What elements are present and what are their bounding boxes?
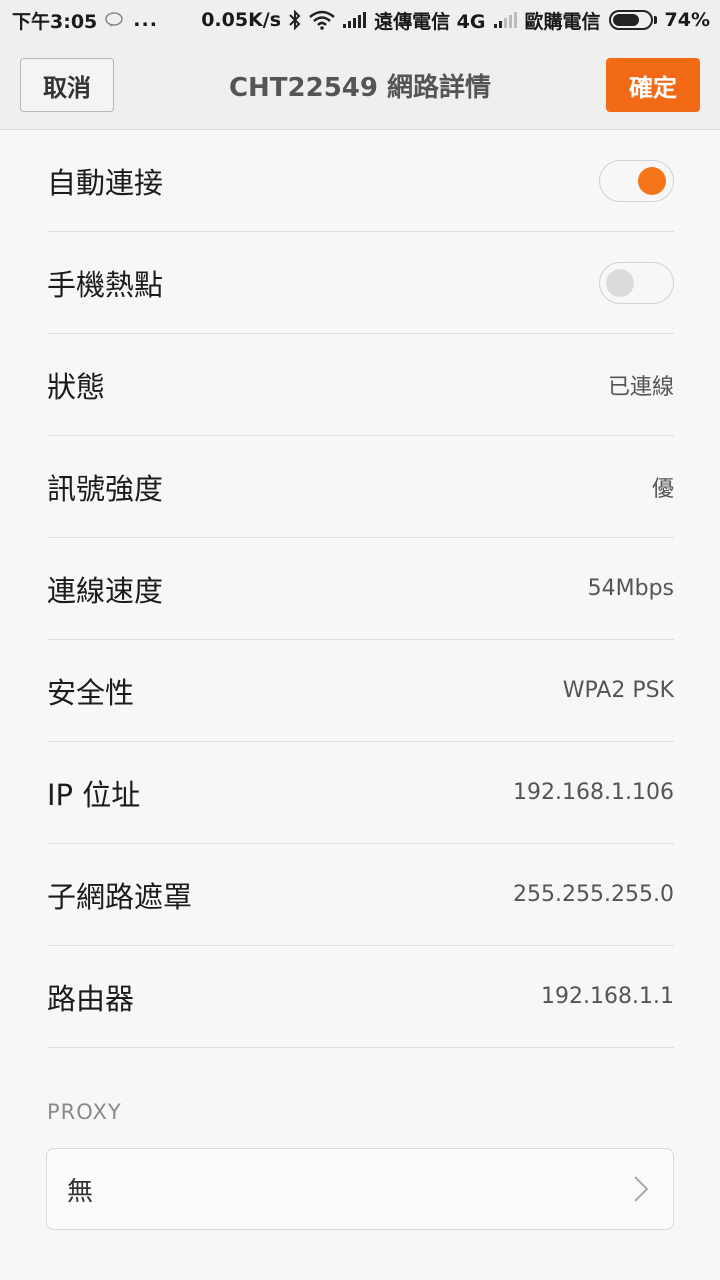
hotspot-toggle[interactable] (599, 261, 674, 304)
toggle-knob (638, 166, 666, 195)
screen: 下午3:05 ... 0.05K/s 遠傳電信 4G 歐購電信 74% 取消 C… (0, 0, 720, 1280)
cancel-button[interactable]: 取消 (20, 58, 114, 112)
settings-list: 自動連接 手機熱點 狀態 已連線 訊號強度 優 連線速度 54Mbps 安全性 … (47, 130, 674, 1048)
ip-address-value: 192.168.1.106 (513, 780, 674, 805)
router-value: 192.168.1.1 (541, 984, 674, 1009)
auto-connect-toggle[interactable] (599, 159, 674, 202)
auto-connect-row[interactable]: 自動連接 (47, 130, 674, 232)
subnet-mask-label: 子網路遮罩 (47, 879, 193, 914)
status-bar: 下午3:05 ... 0.05K/s 遠傳電信 4G 歐購電信 74% (0, 0, 720, 40)
proxy-value: 無 (67, 1176, 94, 1207)
status-bar-left: 下午3:05 ... (12, 7, 158, 34)
subnet-mask-value: 255.255.255.0 (513, 882, 674, 907)
ip-address-label: IP 位址 (47, 777, 141, 812)
page-title: CHT22549 網路詳情 (228, 72, 492, 103)
status-label: 狀態 (47, 369, 106, 404)
toggle-knob (606, 268, 634, 297)
subnet-mask-row: 子網路遮罩 255.255.255.0 (47, 844, 674, 946)
link-speed-label: 連線速度 (47, 573, 164, 608)
battery-icon (608, 10, 657, 30)
proxy-selector[interactable]: 無 (46, 1148, 674, 1230)
signal-icon (343, 12, 367, 28)
carrier-2: 歐購電信 (524, 10, 601, 33)
title-bar: 取消 CHT22549 網路詳情 確定 (0, 40, 720, 130)
status-row: 狀態 已連線 (47, 334, 674, 436)
clock: 下午3:05 (12, 10, 98, 33)
wifi-icon (309, 10, 335, 30)
signal-strength-label: 訊號強度 (47, 471, 164, 506)
auto-connect-label: 自動連接 (47, 165, 164, 200)
chevron-right-icon (634, 1176, 649, 1202)
security-row: 安全性 WPA2 PSK (47, 640, 674, 742)
hotspot-label: 手機熱點 (47, 267, 164, 302)
bluetooth-icon (289, 10, 301, 30)
router-row: 路由器 192.168.1.1 (47, 946, 674, 1048)
signal-weak-icon (493, 12, 517, 28)
router-label: 路由器 (47, 981, 135, 1016)
confirm-button[interactable]: 確定 (606, 58, 700, 112)
more-notifications-icon: ... (133, 9, 158, 31)
ip-address-row: IP 位址 192.168.1.106 (47, 742, 674, 844)
proxy-section-header: PROXY (47, 1100, 122, 1124)
line-icon (105, 12, 124, 27)
signal-strength-value: 優 (651, 476, 674, 502)
battery-percent: 74% (664, 9, 710, 31)
security-value: WPA2 PSK (562, 678, 674, 703)
status-bar-right: 0.05K/s 遠傳電信 4G 歐購電信 74% (201, 7, 710, 34)
security-label: 安全性 (47, 675, 135, 710)
link-speed-value: 54Mbps (587, 576, 674, 601)
hotspot-row[interactable]: 手機熱點 (47, 232, 674, 334)
network-speed: 0.05K/s (201, 9, 282, 31)
signal-strength-row: 訊號強度 優 (47, 436, 674, 538)
link-speed-row: 連線速度 54Mbps (47, 538, 674, 640)
status-value: 已連線 (607, 374, 674, 400)
carrier-1: 遠傳電信 4G (374, 10, 486, 33)
